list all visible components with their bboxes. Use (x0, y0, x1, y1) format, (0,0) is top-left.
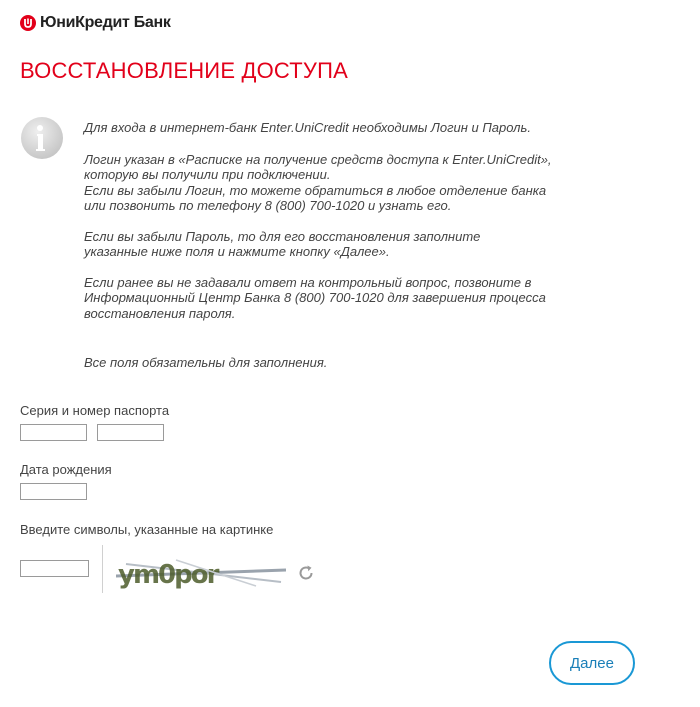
passport-series-input[interactable] (20, 424, 87, 441)
info-icon (21, 117, 63, 159)
captcha-divider (102, 545, 103, 593)
info-paragraph-forgot-login: Логин указан в «Расписке на получение ср… (84, 151, 552, 214)
captcha-input[interactable] (20, 560, 89, 577)
captcha-image: ym0por (116, 559, 286, 590)
bank-name: ЮниКредит Банк (40, 14, 171, 31)
unicredit-logo-icon (20, 15, 36, 31)
captcha-label: Введите символы, указанные на картинке (20, 522, 274, 537)
passport-label: Серия и номер паспорта (20, 403, 170, 418)
next-button[interactable]: Далее (549, 641, 635, 685)
info-text: Для входа в интернет-банк Enter.UniCredi… (84, 120, 604, 371)
refresh-icon[interactable] (296, 563, 316, 583)
info-paragraph-login-password: Для входа в интернет-банк Enter.UniCredi… (84, 120, 531, 135)
info-paragraph-security-question: Если ранее вы не задавали ответ на контр… (84, 274, 546, 321)
birthdate-label: Дата рождения (20, 462, 112, 477)
birthdate-input[interactable] (20, 483, 87, 500)
captcha-text: ym0por (118, 560, 220, 590)
info-paragraph-forgot-password: Если вы забыли Пароль, то для его восста… (84, 228, 481, 260)
page-title: ВОССТАНОВЛЕНИЕ ДОСТУПА (20, 58, 348, 83)
passport-number-input[interactable] (97, 424, 164, 441)
info-paragraph-required-fields: Все поля обязательны для заполнения. (84, 355, 328, 370)
bank-logo[interactable]: ЮниКредит Банк (20, 14, 171, 32)
